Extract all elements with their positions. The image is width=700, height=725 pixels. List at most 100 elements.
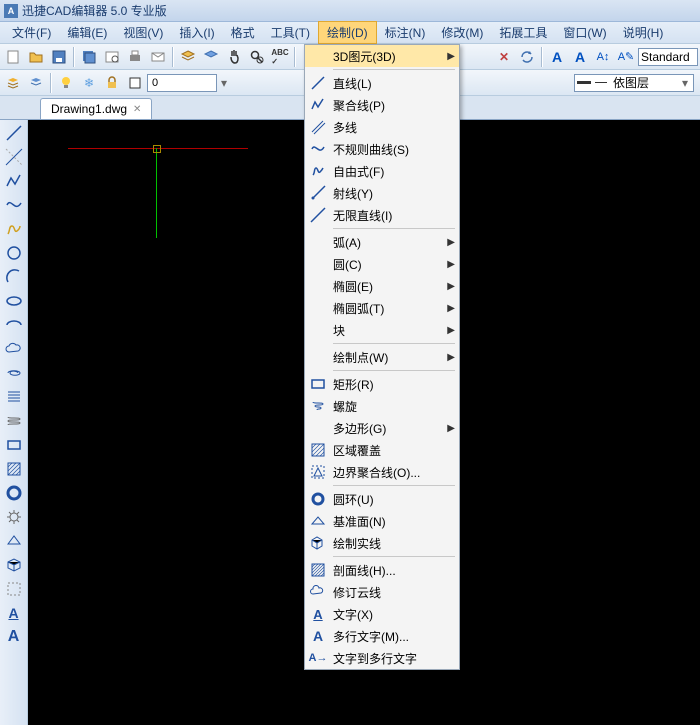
- blank-icon: [309, 321, 327, 339]
- menu-item-26[interactable]: 绘制实线: [305, 532, 459, 554]
- menu-edit[interactable]: 编辑(E): [59, 22, 115, 43]
- text-A2-icon[interactable]: A: [569, 46, 591, 68]
- abc-icon[interactable]: ABC✓: [269, 46, 291, 68]
- menu-separator: [333, 370, 455, 371]
- text-A-icon[interactable]: A: [546, 46, 568, 68]
- menu-item-label: 无限直线(I): [333, 207, 392, 224]
- menu-item-28[interactable]: 剖面线(H)...: [305, 559, 459, 581]
- menu-dimension[interactable]: 标注(N): [377, 22, 434, 43]
- save-icon[interactable]: [48, 46, 70, 68]
- menu-item-13[interactable]: 椭圆弧(T)▶: [305, 297, 459, 319]
- menu-help[interactable]: 说明(H): [615, 22, 672, 43]
- xline-tool-icon[interactable]: [3, 146, 25, 168]
- color-box-icon[interactable]: [124, 72, 146, 94]
- menu-item-14[interactable]: 块▶: [305, 319, 459, 341]
- saveall-icon[interactable]: [78, 46, 100, 68]
- bulb-icon[interactable]: [55, 72, 77, 94]
- document-tab[interactable]: Drawing1.dwg ✕: [40, 98, 152, 119]
- ellipse-tool-icon[interactable]: [3, 290, 25, 312]
- textA-tool-icon[interactable]: A: [3, 602, 25, 624]
- layer-dropdown-arrow[interactable]: ▾: [218, 76, 230, 90]
- menu-view[interactable]: 视图(V): [115, 22, 171, 43]
- menu-item-7[interactable]: 射线(Y): [305, 182, 459, 204]
- menu-item-8[interactable]: 无限直线(I): [305, 204, 459, 226]
- arc-tool-icon[interactable]: [3, 266, 25, 288]
- menu-item-21[interactable]: 区域覆盖: [305, 439, 459, 461]
- menu-item-16[interactable]: 绘制点(W)▶: [305, 346, 459, 368]
- menu-extend[interactable]: 拓展工具: [491, 22, 555, 43]
- tab-close-icon[interactable]: ✕: [133, 104, 141, 115]
- menu-format[interactable]: 格式: [223, 22, 263, 43]
- layer-mgr-icon[interactable]: [200, 46, 222, 68]
- menu-item-30[interactable]: A文字(X): [305, 603, 459, 625]
- snowflake-icon[interactable]: ❄: [78, 72, 100, 94]
- style-combo[interactable]: Standard: [638, 48, 698, 66]
- print-preview-icon[interactable]: [101, 46, 123, 68]
- spline-tool-icon[interactable]: [3, 194, 25, 216]
- menu-modify[interactable]: 修改(M): [433, 22, 491, 43]
- new-icon[interactable]: [2, 46, 24, 68]
- region-tool-icon[interactable]: [3, 578, 25, 600]
- pan-icon[interactable]: [223, 46, 245, 68]
- menu-item-3[interactable]: 聚合线(P): [305, 94, 459, 116]
- menu-draw[interactable]: 绘制(D): [318, 21, 377, 44]
- refresh-icon[interactable]: [516, 46, 538, 68]
- menu-item-19[interactable]: 螺旋: [305, 395, 459, 417]
- menu-separator: [333, 343, 455, 344]
- helix-tool-icon[interactable]: [3, 362, 25, 384]
- layers2-icon[interactable]: [25, 72, 47, 94]
- email-icon[interactable]: [147, 46, 169, 68]
- menu-item-0[interactable]: 3D图元(3D)▶: [305, 45, 459, 67]
- ellipsearc-tool-icon[interactable]: [3, 314, 25, 336]
- close-x-icon[interactable]: ✕: [493, 46, 515, 68]
- text-style-icon[interactable]: A↕: [592, 46, 614, 68]
- donut-tool-icon[interactable]: [3, 482, 25, 504]
- print-icon[interactable]: [124, 46, 146, 68]
- solid-tool-icon[interactable]: [3, 554, 25, 576]
- polyline-tool-icon[interactable]: [3, 170, 25, 192]
- menu-item-2[interactable]: 直线(L): [305, 72, 459, 94]
- coil-tool-icon[interactable]: [3, 410, 25, 432]
- menu-item-22[interactable]: 边界聚合线(O)...: [305, 461, 459, 483]
- menu-item-25[interactable]: 基准面(N): [305, 510, 459, 532]
- layer-icon[interactable]: [177, 46, 199, 68]
- menu-file[interactable]: 文件(F): [4, 22, 59, 43]
- style-combo-value: Standard: [641, 50, 690, 64]
- menu-item-5[interactable]: 不规则曲线(S): [305, 138, 459, 160]
- menu-item-label: 圆环(U): [333, 491, 374, 508]
- menu-item-18[interactable]: 矩形(R): [305, 373, 459, 395]
- menu-item-4[interactable]: 多线: [305, 116, 459, 138]
- menu-item-24[interactable]: 圆环(U): [305, 488, 459, 510]
- plane-tool-icon[interactable]: [3, 530, 25, 552]
- menu-item-31[interactable]: A多行文字(M)...: [305, 625, 459, 647]
- menu-item-10[interactable]: 弧(A)▶: [305, 231, 459, 253]
- menu-item-6[interactable]: 自由式(F): [305, 160, 459, 182]
- hatch-tool-icon[interactable]: [3, 458, 25, 480]
- layer-input[interactable]: [147, 74, 217, 92]
- textA2-tool-icon[interactable]: A: [3, 626, 25, 648]
- spring-tool-icon[interactable]: [3, 386, 25, 408]
- bylayer-combo[interactable]: 依图层 ▾: [574, 74, 694, 92]
- layers-icon[interactable]: [2, 72, 24, 94]
- circle-tool-icon[interactable]: [3, 242, 25, 264]
- lock-icon[interactable]: [101, 72, 123, 94]
- freehand-tool-icon[interactable]: [3, 218, 25, 240]
- menu-item-29[interactable]: 修订云线: [305, 581, 459, 603]
- cloud-tool-icon[interactable]: [3, 338, 25, 360]
- menu-item-12[interactable]: 椭圆(E)▶: [305, 275, 459, 297]
- menu-window[interactable]: 窗口(W): [555, 22, 614, 43]
- rect-tool-icon[interactable]: [3, 434, 25, 456]
- gear-tool-icon[interactable]: [3, 506, 25, 528]
- text-edit-icon[interactable]: A✎: [615, 46, 637, 68]
- menu-tools[interactable]: 工具(T): [263, 22, 318, 43]
- menu-item-32[interactable]: A→文字到多行文字: [305, 647, 459, 669]
- menu-insert[interactable]: 插入(I): [171, 22, 222, 43]
- menu-item-11[interactable]: 圆(C)▶: [305, 253, 459, 275]
- menu-item-label: 文字到多行文字: [333, 650, 417, 667]
- line-tool-icon[interactable]: [3, 122, 25, 144]
- menu-item-20[interactable]: 多边形(G)▶: [305, 417, 459, 439]
- open-icon[interactable]: [25, 46, 47, 68]
- find-icon[interactable]: [246, 46, 268, 68]
- polyline-icon: [309, 96, 327, 114]
- linetype-swatch: [577, 81, 591, 84]
